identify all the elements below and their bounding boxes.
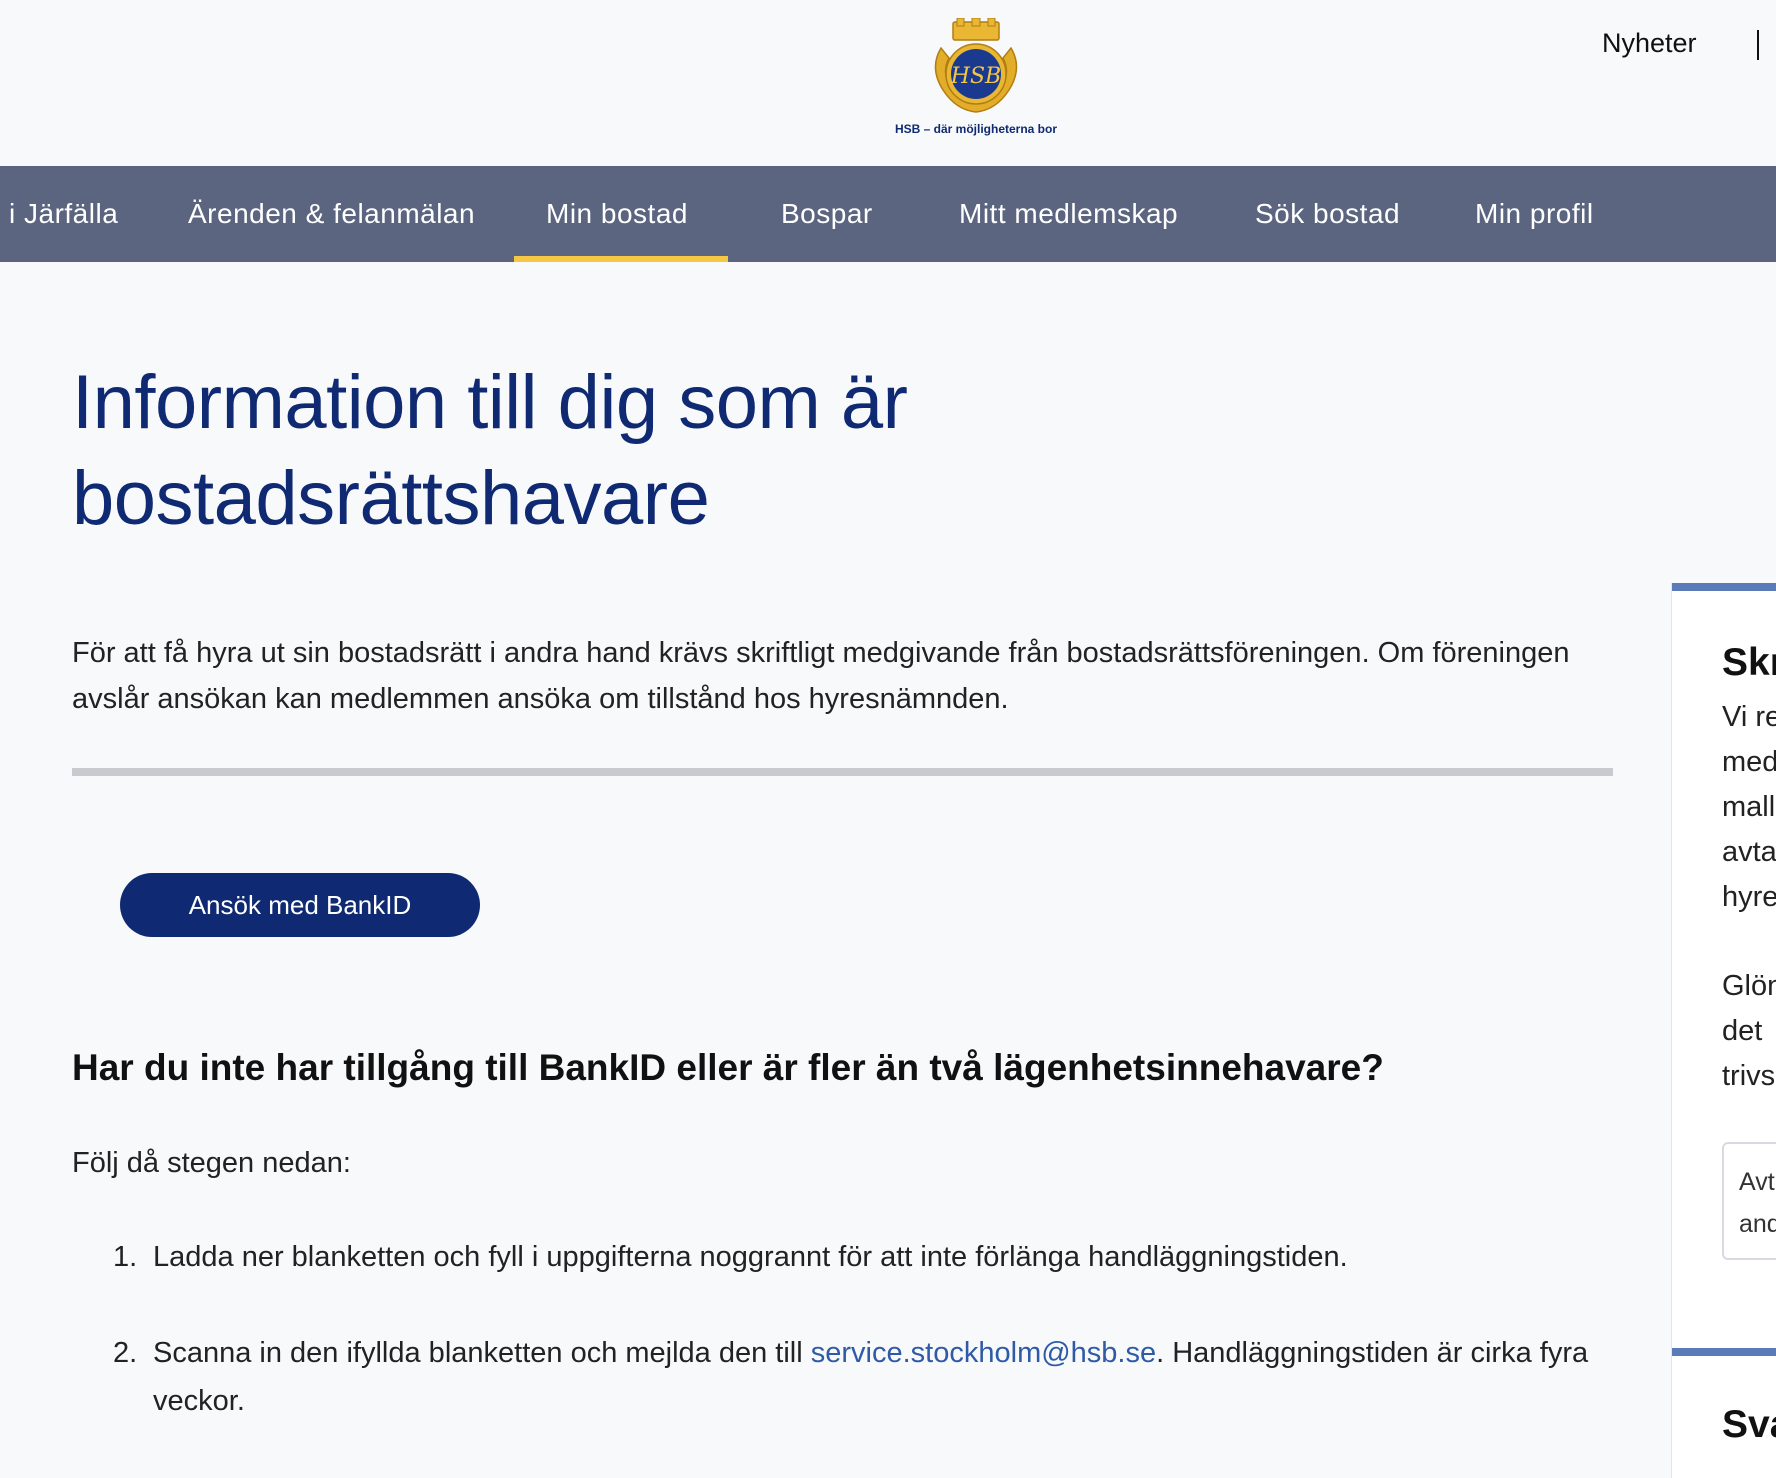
nav-item-bospar[interactable]: Bospar <box>781 166 873 262</box>
step-text: Ladda ner blanketten och fyll i uppgifte… <box>153 1241 1348 1273</box>
page-title: Information till dig som är bostadsrätts… <box>72 360 908 541</box>
step-item: 1. Ladda ner blanketten och fyll i uppgi… <box>72 1233 1612 1281</box>
step-number: 2. <box>113 1337 138 1369</box>
service-email-link[interactable]: service.stockholm@hsb.se <box>811 1337 1156 1369</box>
hsb-crest-icon: HSB <box>934 18 1018 113</box>
card-text-line: mall <box>1722 791 1776 823</box>
step-text-before: Scanna in den ifyllda blanketten och mej… <box>153 1337 811 1369</box>
sidebar-card: Sva <box>1671 1348 1776 1478</box>
active-nav-indicator <box>514 256 728 262</box>
nav-item-jarfalla[interactable]: l i Järfälla <box>0 166 118 262</box>
step-item: 2. Scanna in den ifyllda blanketten och … <box>72 1329 1612 1425</box>
steps-list: 1. Ladda ner blanketten och fyll i uppgi… <box>72 1233 1612 1473</box>
nav-item-min-bostad[interactable]: Min bostad <box>546 166 688 262</box>
site-header: HSB HSB – där möjligheterna bor Nyheter <box>0 0 1776 166</box>
nav-item-mitt-medlemskap[interactable]: Mitt medlemskap <box>959 166 1178 262</box>
card-text-line: avta <box>1722 836 1776 868</box>
card-text-line: trivs <box>1722 1060 1776 1092</box>
card-text-line: det <box>1722 1015 1763 1047</box>
card-text-line: med <box>1722 746 1776 778</box>
card-text-line: hyre <box>1722 881 1776 913</box>
apply-bankid-button[interactable]: Ansök med BankID <box>120 873 480 937</box>
nav-item-arenden-felanmalan[interactable]: Ärenden & felanmälan <box>188 166 475 262</box>
step-number: 1. <box>113 1241 138 1273</box>
card-box-text: and <box>1739 1210 1776 1238</box>
news-link[interactable]: Nyheter <box>1602 28 1697 59</box>
svg-text:HSB: HSB <box>950 64 1001 89</box>
no-bankid-heading: Har du inte har tillgång till BankID ell… <box>72 1047 1384 1088</box>
card-title: Skr <box>1722 641 1776 684</box>
follow-steps-text: Följ då stegen nedan: <box>72 1147 351 1179</box>
intro-text: För att få hyra ut sin bostadsrätt i and… <box>72 637 1570 715</box>
card-text-line: Vi re <box>1722 701 1776 733</box>
card-box-text: Avt <box>1739 1168 1775 1196</box>
card-text-line: Glön <box>1722 970 1776 1002</box>
hsb-logo[interactable]: HSB HSB – där möjligheterna bor <box>886 18 1066 136</box>
section-divider <box>72 768 1613 776</box>
sidebar-card: Skr Vi re med mall avta hyre Glön det tr… <box>1671 583 1776 1353</box>
nav-item-sok-bostad[interactable]: Sök bostad <box>1255 166 1400 262</box>
card-accent-bar <box>1672 583 1776 591</box>
utility-divider <box>1757 30 1759 60</box>
main-navigation: l i Järfälla Ärenden & felanmälan Min bo… <box>0 166 1776 262</box>
nav-item-min-profil[interactable]: Min profil <box>1475 166 1594 262</box>
card-download-box[interactable]: Avt and <box>1722 1142 1776 1260</box>
logo-tagline: HSB – där möjligheterna bor <box>894 122 1058 136</box>
card-title: Sva <box>1722 1403 1776 1446</box>
card-accent-bar <box>1672 1348 1776 1356</box>
